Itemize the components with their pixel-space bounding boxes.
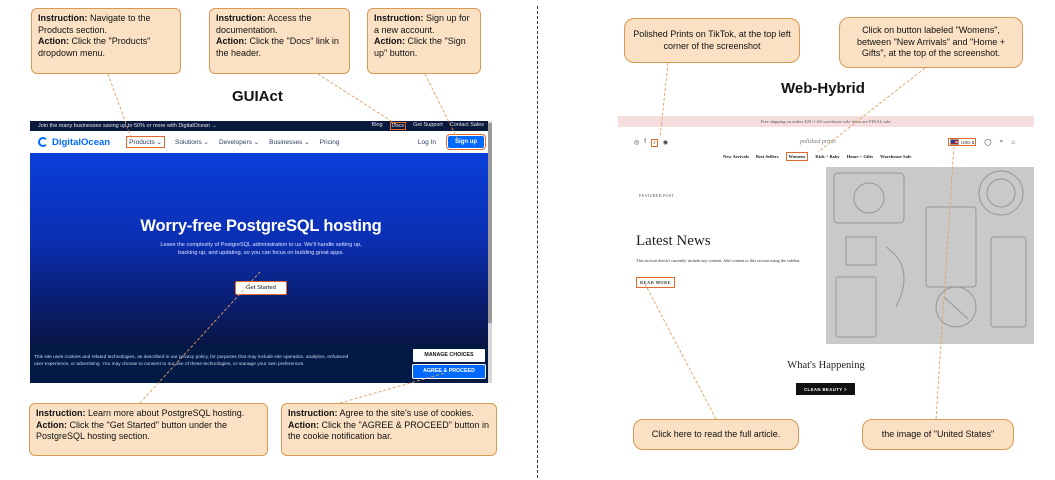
blog-link[interactable]: Blog [372, 122, 383, 130]
web-hybrid-title: Web-Hybrid [781, 80, 865, 97]
callout-products: Instruction: Navigate to the Products se… [31, 8, 181, 74]
whats-happening-title: What's Happening [787, 360, 865, 371]
instruction-label: Instruction: [374, 13, 424, 23]
cookie-bar: This site uses cookies and related techn… [30, 345, 492, 383]
instruction-text: Learn more about PostgreSQL hosting. [88, 408, 245, 418]
instruction-label: Instruction: [36, 408, 86, 418]
featured-image[interactable] [826, 167, 1034, 344]
note-flag: the image of "United States" [862, 419, 1014, 450]
login-link[interactable]: Log In [418, 139, 436, 146]
promo-banner: Join the many businesses saving up to 50… [30, 121, 492, 131]
action-label: Action: [374, 36, 405, 46]
latest-news-title: Latest News [636, 233, 711, 249]
note-read-more: Click here to read the full article. [633, 419, 799, 450]
callout-docs: Instruction: Access the documentation. A… [209, 8, 350, 74]
contact-sales-link[interactable]: Contact Sales [450, 122, 484, 130]
divider [537, 6, 538, 478]
hero-text: Leave the complexity of PostgreSQL admin… [160, 242, 362, 256]
docs-link[interactable]: Docs [389, 122, 407, 130]
read-more-button[interactable]: READ MORE [636, 277, 676, 288]
get-started-button[interactable]: Get Started [235, 281, 287, 295]
social-icons: ◎ f ♪ ◉ [634, 139, 668, 147]
action-label: Action: [38, 36, 69, 46]
menu-best-sellers[interactable]: Best Sellers [756, 154, 779, 159]
callout-agree: Instruction: Agree to the site's use of … [281, 403, 497, 456]
hero: Worry-free PostgreSQL hosting Leave the … [30, 153, 492, 345]
nav-products[interactable]: Products ⌄ [126, 136, 165, 148]
featured-label: FEATURED POST [639, 193, 675, 198]
callout-get-started: Instruction: Learn more about PostgreSQL… [29, 403, 268, 456]
digitalocean-logo-icon [38, 137, 48, 147]
action-text: Click the "AGREE & PROCEED" button in th… [288, 419, 489, 442]
account-icon[interactable]: ◯ [984, 138, 991, 146]
featured-image-illustration [826, 167, 1034, 344]
pinterest-icon[interactable]: ◉ [663, 139, 668, 147]
note-womens: Click on button labeled "Womens", betwee… [839, 17, 1023, 68]
nav-pricing[interactable]: Pricing [320, 139, 340, 146]
menu-warehouse-sale[interactable]: Warehouse Sale [880, 154, 911, 159]
nav-developers[interactable]: Developers ⌄ [219, 138, 259, 146]
menu-home-gifts[interactable]: Home + Gifts [847, 154, 873, 159]
scrollbar[interactable] [488, 121, 492, 383]
latest-news-body: This section doesn't currently include a… [636, 258, 801, 263]
cookie-text: This site uses cookies and related techn… [34, 355, 349, 367]
clean-beauty-button[interactable]: CLEAN BEAUTY > [796, 383, 855, 395]
announcement-bar: Free shipping on orders $25+! All wareho… [618, 116, 1034, 127]
main-nav: DigitalOcean Products ⌄ Solutions ⌄ Deve… [30, 131, 492, 153]
nav-solutions[interactable]: Solutions ⌄ [175, 138, 209, 146]
callout-signup: Instruction: Sign up for a new account. … [367, 8, 481, 74]
tiktok-icon[interactable]: ♪ [650, 139, 658, 147]
guiact-title: GUIAct [232, 88, 283, 105]
instruction-label: Instruction: [38, 13, 88, 23]
manage-choices-button[interactable]: MANAGE CHOICES [413, 349, 485, 362]
logo-text: DigitalOcean [52, 136, 111, 148]
note-tiktok: Polished Prints on TikTok, at the top le… [624, 18, 800, 63]
instruction-label: Instruction: [216, 13, 266, 23]
signup-button[interactable]: Sign up [446, 134, 486, 150]
site-menu: New Arrivals Best Sellers Womens Kids + … [723, 152, 911, 161]
menu-kids-baby[interactable]: Kids + Baby [815, 154, 839, 159]
scroll-thumb[interactable] [488, 123, 492, 323]
support-link[interactable]: Get Support [413, 122, 443, 130]
hero-title: Worry-free PostgreSQL hosting [140, 217, 382, 235]
instruction-label: Instruction: [288, 408, 338, 418]
logo[interactable]: DigitalOcean [38, 137, 110, 148]
us-flag-icon[interactable] [950, 139, 959, 145]
site-header: ◎ f ♪ ◉ polished prints USD $ ◯ ⌕ ⌂ New … [618, 137, 1034, 167]
instruction-text: Agree to the site's use of cookies. [339, 408, 474, 418]
nav-businesses[interactable]: Businesses ⌄ [269, 138, 310, 146]
action-label: Action: [216, 36, 247, 46]
agree-proceed-button[interactable]: AGREE & PROCEED [412, 364, 486, 379]
header-actions: USD $ ◯ ⌕ ⌂ [948, 138, 1015, 146]
promo-text[interactable]: Join the many businesses saving up to 50… [38, 123, 217, 129]
connector-docs [317, 73, 400, 127]
cart-icon[interactable]: ⌂ [1011, 139, 1015, 146]
site-logo[interactable]: polished prints [800, 139, 836, 145]
currency-label: USD $ [961, 139, 975, 145]
search-icon[interactable]: ⌕ [1000, 138, 1004, 146]
menu-womens[interactable]: Womens [785, 152, 809, 161]
digitalocean-screenshot: Join the many businesses saving up to 50… [30, 121, 492, 383]
facebook-icon[interactable]: f [644, 139, 646, 147]
action-label: Action: [36, 419, 67, 430]
action-label: Action: [288, 419, 319, 430]
instagram-icon[interactable]: ◎ [634, 139, 639, 147]
polished-prints-screenshot: Free shipping on orders $25+! All wareho… [618, 116, 1034, 409]
menu-new-arrivals[interactable]: New Arrivals [723, 154, 749, 159]
currency-selector[interactable]: USD $ [948, 138, 977, 146]
